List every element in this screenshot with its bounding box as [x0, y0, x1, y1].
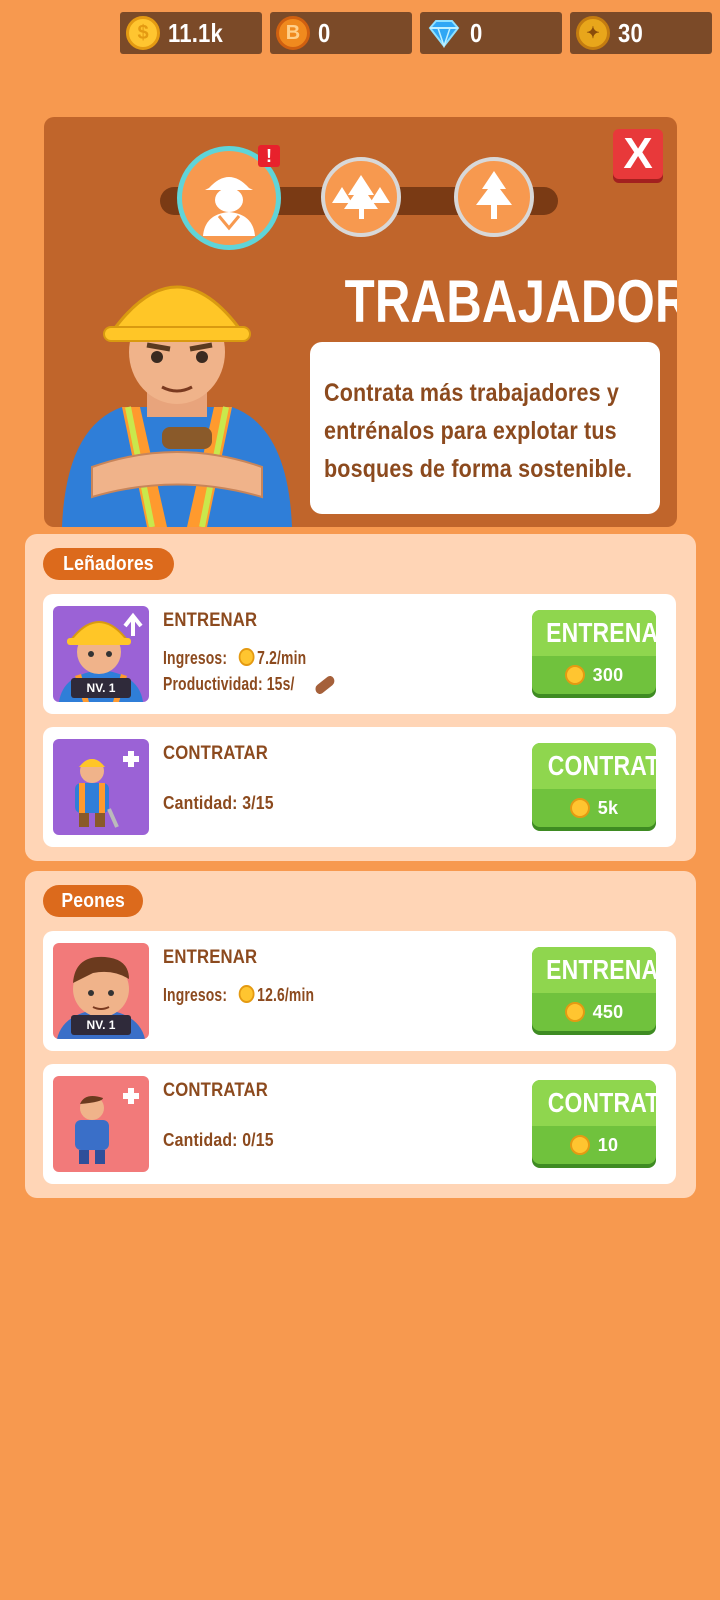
- worker-mascot-illustration: [62, 285, 292, 527]
- laborer-hire-avatar: [53, 1076, 149, 1172]
- section-label: Leñadores: [43, 548, 174, 580]
- close-icon: X: [623, 129, 653, 178]
- coin-icon: [564, 665, 585, 685]
- level-badge: NV. 1: [71, 1015, 131, 1035]
- worker-silhouette-icon: [203, 177, 255, 236]
- card-title: ENTRENAR: [163, 947, 258, 968]
- hire-card: CONTRATAR Cantidad: 0/15 CONTRATAR 10: [43, 1064, 676, 1184]
- section-lumberjacks: Leñadores NV. 1 ENTRENAR Ingresos: 7.2/mi…: [25, 534, 696, 861]
- bronze-coin-counter: B 0: [270, 12, 412, 54]
- tree-icon: [476, 171, 512, 219]
- coin-icon: [238, 985, 255, 1004]
- hire-button[interactable]: CONTRATAR 10: [532, 1080, 656, 1164]
- level-badge: NV. 1: [71, 678, 131, 698]
- card-title: CONTRATAR: [163, 1080, 268, 1101]
- train-card: NV. 1 ENTRENAR Ingresos: 7.2/min Producti…: [43, 594, 676, 714]
- income-line: Ingresos: 12.6/min: [163, 985, 315, 1005]
- laborer-avatar: NV. 1: [53, 943, 149, 1039]
- train-button[interactable]: ENTRENAR 300: [532, 610, 656, 694]
- lumberjack-figure-icon: [75, 751, 139, 828]
- income-line: Ingresos: 7.2/min: [163, 648, 307, 668]
- gold-coin-icon: $: [126, 16, 160, 50]
- currency-bar: $ 11.1k B 0 0 ✦ 30: [120, 12, 712, 54]
- coin-icon: [569, 1135, 590, 1155]
- page-title: TRABAJADORES: [344, 268, 677, 335]
- train-card: NV. 1 ENTRENAR Ingresos:12.6/min ENTRENA…: [43, 931, 676, 1051]
- diamond-counter: 0: [420, 12, 562, 54]
- alert-badge: !: [258, 145, 280, 167]
- section-laborers: Peones NV. 1 ENTRENAR Ingresos: 12.6/min …: [25, 871, 696, 1198]
- lumberjack-hire-avatar: [53, 739, 149, 835]
- log-icon: [313, 674, 336, 697]
- train-button[interactable]: ENTRENAR 450: [532, 947, 656, 1031]
- forest-icon: [332, 175, 390, 219]
- gold-coin-value: 11.1k: [168, 17, 223, 48]
- productivity-line: Productividad: 15s/: [163, 674, 359, 697]
- bronze-coin-value: 0: [318, 17, 331, 48]
- card-title: ENTRENAR: [163, 610, 258, 631]
- lumberjack-avatar: NV. 1: [53, 606, 149, 702]
- laborer-figure-icon: [75, 1088, 139, 1164]
- description-line-1: Contrata más trabajadores y: [324, 379, 620, 407]
- coin-icon: [564, 1002, 585, 1022]
- diamond-value: 0: [470, 17, 483, 48]
- medal-icon: ✦: [576, 16, 610, 50]
- bronze-coin-icon: B: [276, 16, 310, 50]
- description-line-3: bosques de forma sostenible.: [324, 455, 633, 483]
- medal-counter: ✦ 30: [570, 12, 712, 54]
- description-line-2: entrénalos para explotar tus: [324, 417, 617, 445]
- description-box: Contrata más trabajadores y entrénalos p…: [310, 342, 660, 514]
- diamond-icon: [428, 20, 460, 48]
- card-title: CONTRATAR: [163, 743, 268, 764]
- gold-coin-counter: $ 11.1k: [120, 12, 262, 54]
- hire-card: CONTRATAR Cantidad: 3/15 CONTRATAR 5k: [43, 727, 676, 847]
- coin-icon: [569, 798, 590, 818]
- tab-forests[interactable]: [321, 157, 401, 237]
- tab-tree[interactable]: [454, 157, 534, 237]
- coin-icon: [238, 648, 255, 667]
- hire-button[interactable]: CONTRATAR 5k: [532, 743, 656, 827]
- workers-panel: X ! TRABAJADO Contrata más trabajadores …: [44, 117, 677, 527]
- section-label: Peones: [43, 885, 144, 917]
- medal-value: 30: [618, 17, 643, 48]
- close-button[interactable]: X: [613, 129, 663, 179]
- quantity-line: Cantidad: 3/15: [163, 793, 274, 813]
- quantity-line: Cantidad: 0/15: [163, 1130, 274, 1150]
